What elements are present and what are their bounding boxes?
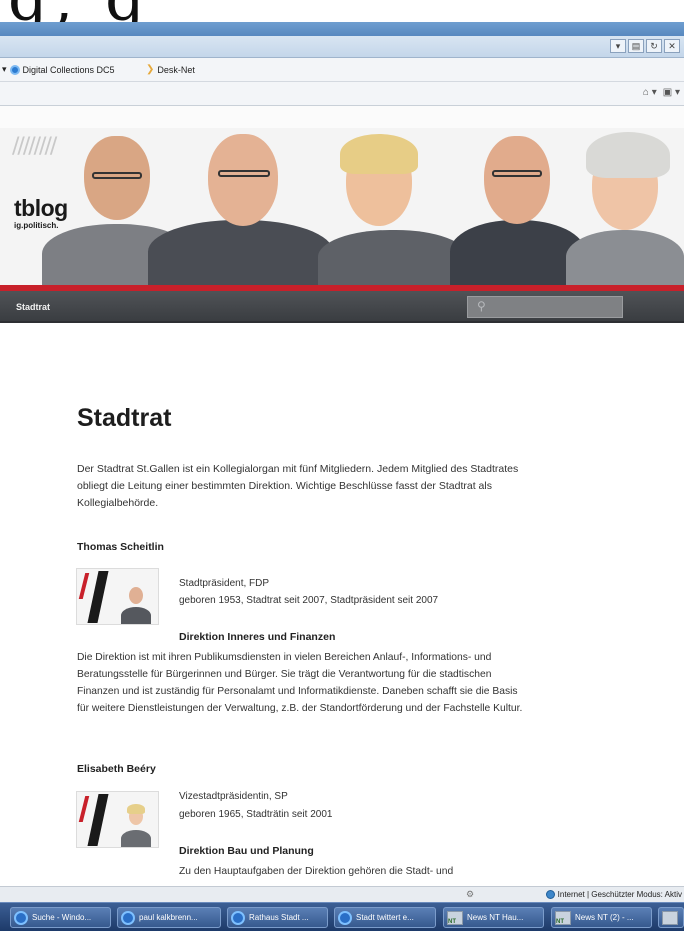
intro-text: Der Stadtrat St.Gallen ist ein Kollegial… xyxy=(77,463,519,509)
favorites-label: Desk-Net xyxy=(157,64,195,75)
page-title: Stadtrat xyxy=(77,404,172,432)
taskbar-button[interactable]: Stadt twittert e... xyxy=(334,907,436,928)
department-heading: Direktion Bau und Planung xyxy=(179,845,314,857)
dc5-icon xyxy=(9,64,20,75)
taskbar-label: News NT (2) - ... xyxy=(575,913,634,922)
department-text: Die Direktion ist mit ihren Publikumsdie… xyxy=(77,652,523,714)
taskbar-label: paul kalkbrenn... xyxy=(139,913,198,922)
banner-person-5 xyxy=(566,128,684,286)
member-photo xyxy=(76,791,159,848)
taskbar-label: News NT Hau... xyxy=(467,913,524,922)
member-photo xyxy=(76,568,159,625)
taskbar-button[interactable]: Suche - Windo... xyxy=(10,907,111,928)
refresh-icon[interactable]: ↻ xyxy=(646,39,662,53)
nt-icon: NT xyxy=(447,910,463,925)
nt-icon: NT xyxy=(555,910,571,925)
taskbar-button[interactable]: Rathaus Stadt ... xyxy=(227,907,328,928)
member-role: Stadtpräsident, FDP xyxy=(179,578,270,589)
security-zone-label: Internet | Geschützter Modus: Aktiv xyxy=(557,890,682,899)
browser-status-bar: ⚙ Internet | Geschützter Modus: Aktiv xyxy=(0,886,684,902)
main-content: Stadtrat Der Stadtrat St.Gallen ist ein … xyxy=(0,325,684,885)
ie-icon xyxy=(121,910,135,925)
taskbar-button[interactable]: NT News NT (2) - ... xyxy=(551,907,652,928)
dropdown-arrow-icon: ▾ xyxy=(2,64,7,74)
security-zone[interactable]: Internet | Geschützter Modus: Aktiv xyxy=(545,890,682,899)
windows-taskbar: Suche - Windo... paul kalkbrenn... Ratha… xyxy=(0,902,684,931)
taskbar-label: Stadt twittert e... xyxy=(356,913,414,922)
taskbar-button[interactable]: paul kalkbrenn... xyxy=(117,907,221,928)
security-icon: ⚙ xyxy=(466,889,475,899)
feeds-icon[interactable]: ▣ ▾ xyxy=(663,87,680,98)
favorites-bar: ▾ Digital Collections DC5 ❯ Desk-Net xyxy=(0,58,684,82)
department-text: Zu den Hauptaufgaben der Direktion gehör… xyxy=(179,866,454,877)
favorites-label: Digital Collections DC5 xyxy=(22,64,115,75)
department-heading: Direktion Inneres und Finanzen xyxy=(179,631,336,643)
ie-icon xyxy=(338,910,352,925)
address-bar-row: ▾ ▤ ↻ ✕ xyxy=(0,36,684,58)
home-icon[interactable]: ⌂ ▾ xyxy=(643,87,657,98)
page-top-area xyxy=(0,106,684,132)
stop-icon[interactable]: ✕ xyxy=(664,39,680,53)
site-nav-bar: Stadtrat ⚲ xyxy=(0,291,684,323)
member-name: Elisabeth Beéry xyxy=(77,763,156,775)
command-bar: ⌂ ▾ ▣ ▾ xyxy=(0,82,684,106)
taskbar-button-overflow[interactable] xyxy=(658,907,684,928)
member-born: geboren 1965, Stadträtin seit 2001 xyxy=(179,809,333,820)
cropped-headline-glyphs: g, g xyxy=(8,0,151,22)
taskbar-button[interactable]: NT News NT Hau... xyxy=(443,907,544,928)
member-name: Thomas Scheitlin xyxy=(77,541,164,553)
favorites-item-dc5[interactable]: ▾ Digital Collections DC5 xyxy=(2,64,115,75)
nav-item-stadtrat[interactable]: Stadtrat xyxy=(16,302,50,312)
dropdown-arrow-icon[interactable]: ▾ xyxy=(610,39,626,53)
compatibility-icon[interactable]: ▤ xyxy=(628,39,644,53)
command-bar-buttons: ⌂ ▾ ▣ ▾ xyxy=(643,87,680,98)
ie-icon xyxy=(231,910,245,925)
search-input[interactable]: ⚲ xyxy=(467,296,623,318)
banner-person-3 xyxy=(318,128,468,286)
nt-icon xyxy=(662,910,678,925)
globe-icon xyxy=(545,890,555,899)
banner-person-4 xyxy=(450,128,585,286)
member-role: Vizestadtpräsidentin, SP xyxy=(179,791,288,802)
banner-person-2 xyxy=(148,128,333,286)
favorites-item-desk-net[interactable]: ❯ Desk-Net xyxy=(146,64,195,75)
taskbar-label: Suche - Windo... xyxy=(32,913,92,922)
address-controls: ▾ ▤ ↻ ✕ xyxy=(610,39,680,53)
member-born: geboren 1953, Stadtrat seit 2007, Stadtp… xyxy=(179,595,439,606)
ie-icon xyxy=(14,910,28,925)
favorite-arrow-icon: ❯ xyxy=(146,64,155,75)
taskbar-label: Rathaus Stadt ... xyxy=(249,913,309,922)
cropped-headline-strip: g, g xyxy=(0,0,684,22)
search-icon: ⚲ xyxy=(477,299,486,313)
blog-banner: //////// tblog ig.politisch. xyxy=(0,128,684,286)
